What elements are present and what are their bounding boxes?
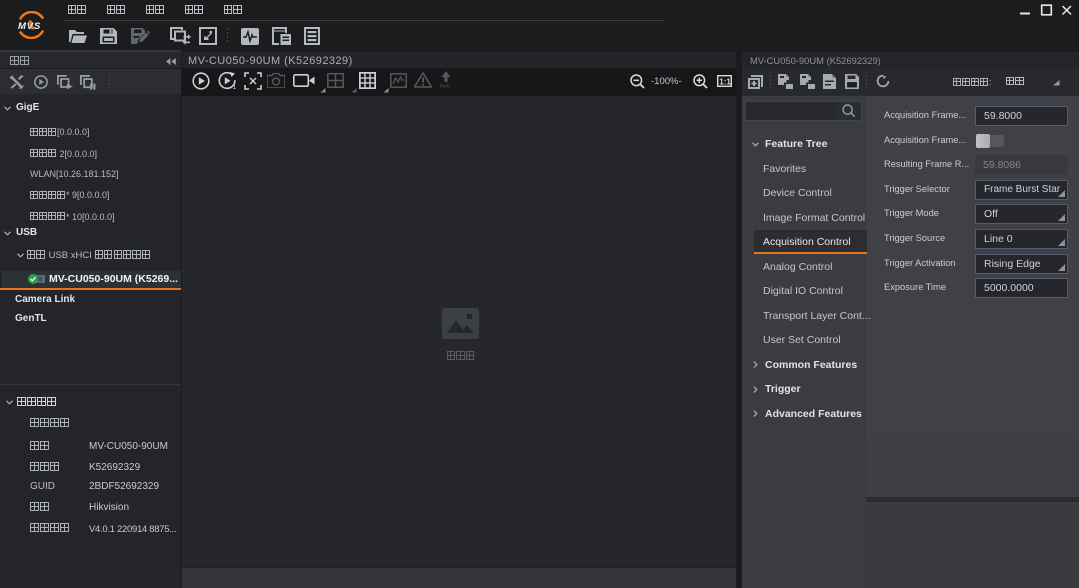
svg-text:M V S: M V S <box>18 21 41 32</box>
svg-text:1:1: 1:1 <box>719 77 731 86</box>
svg-text:RAW: RAW <box>440 84 451 89</box>
svg-text:1: 1 <box>233 84 237 90</box>
